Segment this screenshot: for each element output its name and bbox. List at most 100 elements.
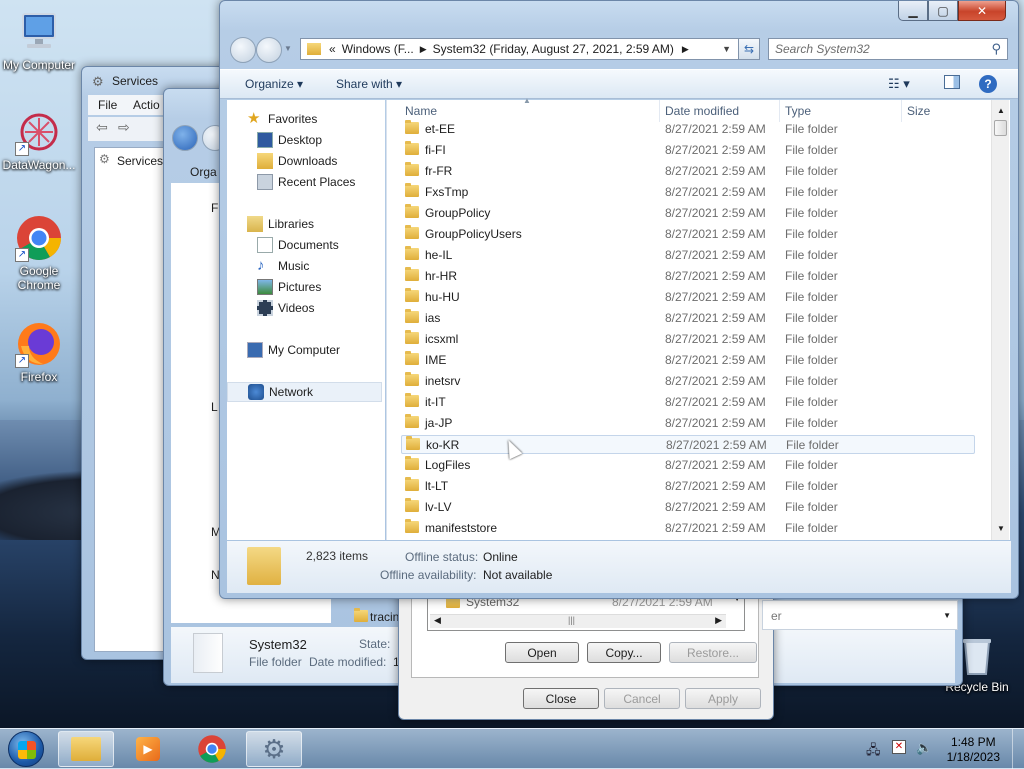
minimize-button[interactable]: ▁	[898, 1, 928, 21]
refresh-button[interactable]: ⇆	[738, 38, 760, 60]
folder-icon	[405, 309, 419, 323]
nav-my-computer[interactable]: My Computer	[247, 340, 340, 360]
vertical-scrollbar[interactable]: ▲ ▼	[991, 100, 1009, 540]
nav-documents[interactable]: Documents	[257, 235, 339, 255]
tray-network-icon[interactable]: 🖧	[866, 741, 881, 763]
table-row[interactable]: fr-FR 8/27/2021 2:59 AM File folder	[401, 162, 975, 181]
column-header-name[interactable]: Name	[405, 104, 437, 118]
table-row[interactable]: manifeststore 8/27/2021 2:59 AM File folde…	[401, 519, 975, 538]
nav-downloads[interactable]: Downloads	[257, 151, 337, 171]
nav-desktop[interactable]: Desktop	[257, 130, 322, 150]
taskbar-clock[interactable]: 1:48 PM 1/18/2023	[947, 735, 1000, 765]
desktop-icon-firefox[interactable]: ↗ Firefox	[0, 320, 78, 384]
file-type: File folder	[785, 248, 838, 262]
table-row[interactable]: ja-JP 8/27/2021 2:59 AM File folder	[401, 414, 975, 433]
recent-pages-dropdown-icon[interactable]: ▼	[284, 44, 292, 53]
scroll-down-icon[interactable]: ▼	[997, 524, 1005, 533]
share-with-menu[interactable]: Share with ▾	[336, 77, 402, 91]
table-row[interactable]: lt-LT 8/27/2021 2:59 AM File folder	[401, 477, 975, 496]
nav-network[interactable]: Network	[227, 382, 382, 402]
window-close-button[interactable]: ✕	[958, 1, 1006, 21]
folder-icon	[354, 608, 368, 622]
table-row[interactable]: FxsTmp 8/27/2021 2:59 AM File folder	[401, 183, 975, 202]
column-header-size[interactable]: Size	[907, 104, 930, 118]
address-bar[interactable]: « Windows (F... ▶ System32 (Friday, Augu…	[300, 38, 756, 60]
maximize-button[interactable]: ▢	[928, 1, 958, 21]
scroll-thumb[interactable]	[994, 120, 1007, 136]
organize-menu[interactable]: Organize ▾	[245, 77, 303, 91]
taskbar-explorer[interactable]	[58, 731, 114, 767]
scroll-left-icon[interactable]: ◀	[434, 615, 441, 626]
table-row[interactable]: ias 8/27/2021 2:59 AM File folder	[401, 309, 975, 328]
back-arrow-icon[interactable]: ⇦	[96, 119, 108, 136]
table-row[interactable]: et-EE 8/27/2021 2:59 AM File folder	[401, 120, 975, 139]
nav-videos[interactable]: Videos	[257, 298, 314, 318]
taskbar-chrome[interactable]	[184, 731, 240, 767]
restore-button[interactable]: Restore...	[669, 642, 757, 663]
scroll-right-icon[interactable]: ▶	[715, 615, 722, 626]
search-icon[interactable]: ⚲	[991, 41, 1001, 57]
table-row[interactable]: he-IL 8/27/2021 2:59 AM File folder	[401, 246, 975, 265]
menu-file[interactable]: File	[98, 98, 117, 112]
table-row[interactable]: hu-HU 8/27/2021 2:59 AM File folder	[401, 288, 975, 307]
services-tree-item[interactable]: Services	[117, 154, 163, 168]
back-button[interactable]	[230, 37, 256, 63]
apply-button[interactable]: Apply	[685, 688, 761, 709]
nav-libraries[interactable]: Libraries	[247, 214, 314, 234]
open-button[interactable]: Open	[505, 642, 579, 663]
table-row[interactable]: it-IT 8/27/2021 2:59 AM File folder	[401, 393, 975, 412]
table-row[interactable]: IME 8/27/2021 2:59 AM File folder	[401, 351, 975, 370]
table-row[interactable]: hr-HR 8/27/2021 2:59 AM File folder	[401, 267, 975, 286]
menu-action[interactable]: Actio	[133, 98, 160, 112]
nav-favorites[interactable]: ★ Favorites	[247, 109, 317, 129]
table-row[interactable]: GroupPolicy 8/27/2021 2:59 AM File folder	[401, 204, 975, 223]
address-overflow[interactable]: «	[329, 42, 336, 56]
taskbar-services[interactable]: ⚙	[246, 731, 302, 767]
forward-button[interactable]	[256, 37, 282, 63]
cancel-button[interactable]: Cancel	[604, 688, 680, 709]
close-button[interactable]: Close	[523, 688, 599, 709]
tray-action-center-icon[interactable]: ✕	[892, 740, 906, 754]
organize-menu-back[interactable]: Orga	[190, 165, 217, 179]
explorer-window[interactable]: ▁ ▢ ✕ ▼ « Windows (F... ▶ System32 (Frid…	[219, 0, 1019, 599]
column-header-date[interactable]: Date modified	[665, 104, 739, 118]
forward-arrow-icon[interactable]: ⇨	[118, 119, 130, 136]
search-input[interactable]: Search System32 ⚲	[768, 38, 1008, 60]
view-options-icon[interactable]: ☷ ▾	[888, 76, 910, 92]
start-button[interactable]	[8, 731, 44, 767]
nav-music[interactable]: ♪ Music	[257, 256, 309, 276]
column-divider[interactable]	[659, 100, 660, 122]
dialog-hscroll[interactable]: ◀ ||| ▶	[430, 614, 726, 628]
file-date-modified: 8/27/2021 2:59 AM	[665, 521, 766, 535]
back-window-right-text: er	[771, 609, 782, 623]
breadcrumb-system32[interactable]: System32 (Friday, August 27, 2021, 2:59 …	[433, 42, 674, 56]
desktop-icon-my-computer[interactable]: My Computer	[0, 8, 78, 72]
table-row[interactable]: GroupPolicyUsers 8/27/2021 2:59 AM File fo…	[401, 225, 975, 244]
breadcrumb-chevron-icon[interactable]: ▶	[420, 44, 427, 55]
tray-volume-icon[interactable]: 🔈	[916, 740, 932, 756]
address-dropdown-icon[interactable]: ▼	[722, 44, 731, 54]
preview-pane-icon[interactable]	[944, 75, 960, 89]
table-row[interactable]: ko-KR 8/27/2021 2:59 AM File folder	[401, 435, 975, 454]
table-row[interactable]: fi-FI 8/27/2021 2:59 AM File folder	[401, 141, 975, 160]
help-icon[interactable]: ?	[979, 75, 997, 93]
nav-recent-places[interactable]: Recent Places	[257, 172, 355, 192]
column-divider[interactable]	[901, 100, 902, 122]
column-divider[interactable]	[779, 100, 780, 122]
show-desktop-button[interactable]	[1012, 729, 1024, 769]
breadcrumb-chevron-icon[interactable]: ▶	[682, 44, 689, 55]
desktop-icon-datawagon[interactable]: ↗ DataWagon...	[0, 108, 78, 172]
table-row[interactable]: inetsrv 8/27/2021 2:59 AM File folder	[401, 372, 975, 391]
back-button-back-window[interactable]	[172, 125, 198, 151]
copy-button[interactable]: Copy...	[587, 642, 661, 663]
scroll-up-icon[interactable]: ▲	[997, 106, 1005, 115]
taskbar-media-player[interactable]: ▶	[120, 731, 176, 767]
table-row[interactable]: LogFiles 8/27/2021 2:59 AM File folder	[401, 456, 975, 475]
scroll-down-icon[interactable]: ▼	[943, 611, 951, 620]
table-row[interactable]: lv-LV 8/27/2021 2:59 AM File folder	[401, 498, 975, 517]
breadcrumb-drive[interactable]: Windows (F...	[342, 42, 414, 56]
nav-pictures[interactable]: Pictures	[257, 277, 321, 297]
table-row[interactable]: icsxml 8/27/2021 2:59 AM File folder	[401, 330, 975, 349]
desktop-icon-chrome[interactable]: ↗ Google Chrome	[0, 214, 78, 292]
column-header-type[interactable]: Type	[785, 104, 811, 118]
